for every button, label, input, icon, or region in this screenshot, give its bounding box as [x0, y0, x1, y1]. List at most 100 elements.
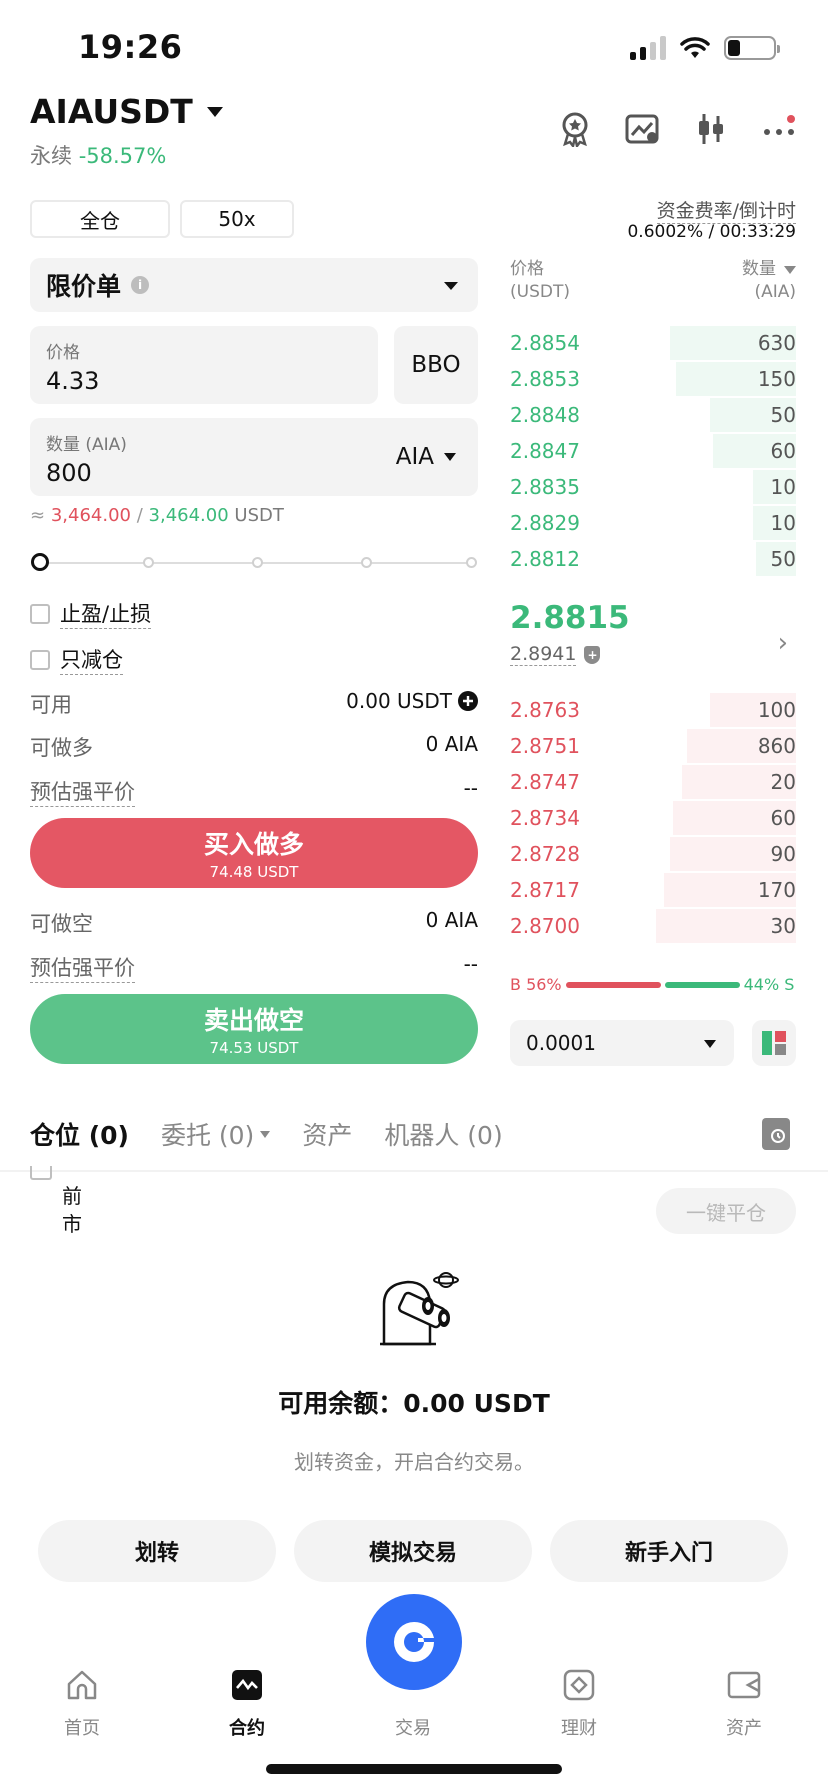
ask-row[interactable]: 2.8847 60 — [510, 434, 796, 468]
margin-mode-button[interactable]: 全仓 — [30, 200, 170, 238]
order-price: 2.8854 — [510, 331, 580, 355]
ask-row[interactable]: 2.8848 50 — [510, 398, 796, 432]
demo-trading-button[interactable]: 模拟交易 — [294, 1520, 532, 1582]
orderbook-layout-button[interactable] — [752, 1020, 796, 1066]
quantity-unit: AIA — [395, 444, 434, 470]
caret-down-icon — [704, 1040, 716, 1048]
order-qty: 630 — [757, 331, 796, 355]
telescope-illustration — [370, 1266, 460, 1360]
quantity-input[interactable]: 数量 (AIA) 800 AIA — [30, 418, 478, 496]
slider-handle[interactable] — [31, 553, 49, 571]
tp-sl-checkbox[interactable]: 止盈/止损 — [30, 598, 152, 629]
orderbook-qty-header[interactable]: 数量 (AIA) — [742, 258, 796, 304]
transfer-button[interactable]: 划转 — [38, 1520, 276, 1582]
reduce-only-checkbox[interactable]: 只减仓 — [30, 644, 123, 675]
chart-icon[interactable] — [624, 110, 662, 148]
beginner-guide-button[interactable]: 新手入门 — [550, 1520, 788, 1582]
price-label: 价格 — [46, 343, 80, 363]
bid-row[interactable]: 2.8747 20 — [510, 765, 796, 799]
current-market-label: 前市 — [62, 1184, 82, 1236]
slider-tick-75[interactable] — [361, 557, 372, 568]
order-qty: 30 — [770, 914, 796, 938]
battery-icon — [724, 36, 780, 60]
slider-tick-50[interactable] — [252, 557, 263, 568]
orderbook-price-header: 价格 (USDT) — [510, 258, 570, 304]
layout-icon — [762, 1031, 786, 1055]
leverage-slider[interactable] — [31, 553, 477, 571]
sell-ratio-bar — [664, 981, 740, 988]
precision-select[interactable]: 0.0001 — [510, 1020, 734, 1066]
order-price: 2.8747 — [510, 770, 580, 794]
caret-down-icon — [444, 453, 456, 461]
bid-row[interactable]: 2.8728 90 — [510, 837, 796, 871]
caret-down-icon — [206, 106, 223, 117]
candlestick-icon[interactable] — [692, 110, 730, 148]
nav-assets[interactable]: 资产 — [684, 1668, 804, 1740]
nav-earn-label: 理财 — [561, 1718, 597, 1739]
history-doc-icon[interactable] — [762, 1118, 790, 1150]
price-header-label: 价格 — [510, 259, 544, 279]
nav-home[interactable]: 首页 — [22, 1668, 142, 1740]
bid-row[interactable]: 2.8751 860 — [510, 729, 796, 763]
order-qty: 20 — [770, 770, 796, 794]
bid-row[interactable]: 2.8734 60 — [510, 801, 796, 835]
buy-long-label: 买入做多 — [203, 830, 304, 859]
order-qty: 60 — [770, 439, 796, 463]
bid-row[interactable]: 2.8717 170 — [510, 873, 796, 907]
order-value-estimate: ≈ 3,464.00 / 3,464.00 USDT — [30, 505, 284, 526]
funding-label[interactable]: 资金费率/倒计时 — [656, 196, 796, 224]
more-icon[interactable] — [760, 110, 798, 148]
current-market-checkbox[interactable] — [30, 1166, 52, 1180]
leverage-button[interactable]: 50x — [180, 200, 294, 238]
trade-fab-button[interactable] — [366, 1594, 462, 1690]
tab-positions[interactable]: 仓位 (0) — [30, 1116, 129, 1152]
caret-down-icon — [260, 1130, 271, 1138]
slider-tick-25[interactable] — [143, 557, 154, 568]
futures-icon — [232, 1670, 262, 1700]
bbo-button[interactable]: BBO — [394, 326, 478, 404]
sell-short-button[interactable]: 卖出做空 74.53 USDT — [30, 994, 478, 1064]
order-price: 2.8847 — [510, 439, 580, 463]
price-value[interactable]: 4.33 — [46, 367, 362, 395]
tab-bots[interactable]: 机器人 (0) — [384, 1116, 502, 1152]
plus-circle-icon[interactable] — [458, 691, 478, 711]
order-price: 2.8829 — [510, 511, 580, 535]
tab-divider — [0, 1170, 828, 1172]
liquidation-label-short[interactable]: 预估强平价 — [30, 952, 135, 983]
bid-row[interactable]: 2.8700 30 — [510, 909, 796, 943]
order-price: 2.8717 — [510, 878, 580, 902]
tab-orders[interactable]: 委托 (0) — [160, 1116, 271, 1152]
nav-earn[interactable]: 理财 — [519, 1668, 639, 1740]
order-qty: 170 — [757, 878, 796, 902]
buy-long-button[interactable]: 买入做多 74.48 USDT — [30, 818, 478, 888]
mark-price: 2.8941 — [510, 643, 577, 666]
close-all-button[interactable]: 一键平仓 — [656, 1188, 796, 1234]
price-input[interactable]: 价格 4.33 — [30, 326, 378, 404]
tab-assets[interactable]: 资产 — [302, 1116, 352, 1152]
quantity-unit-select[interactable]: AIA — [396, 444, 456, 470]
order-qty: 150 — [757, 367, 796, 391]
checkbox-box[interactable] — [30, 649, 50, 670]
ask-row[interactable]: 2.8812 50 — [510, 542, 796, 576]
slider-tick-100[interactable] — [466, 557, 477, 568]
approx-sell-value: 3,464.00 — [148, 505, 229, 526]
sell-ratio: 44% S — [743, 975, 795, 994]
ask-row[interactable]: 2.8835 10 — [510, 470, 796, 504]
wallet-icon — [727, 1671, 761, 1699]
order-type-select[interactable]: 限价单 i — [30, 258, 478, 312]
chevron-right-icon[interactable]: › — [778, 628, 788, 658]
liquidation-label[interactable]: 预估强平价 — [30, 776, 135, 807]
info-icon[interactable]: i — [131, 276, 150, 294]
award-icon[interactable] — [556, 110, 594, 148]
nav-futures[interactable]: 合约 — [187, 1668, 307, 1740]
bid-row[interactable]: 2.8763 100 — [510, 693, 796, 727]
ask-row[interactable]: 2.8854 630 — [510, 326, 796, 360]
ask-row[interactable]: 2.8829 10 — [510, 506, 796, 540]
pair-selector[interactable]: AIAUSDT — [30, 92, 223, 131]
order-price: 2.8835 — [510, 475, 580, 499]
ask-row[interactable]: 2.8853 150 — [510, 362, 796, 396]
approx-unit: USDT — [234, 505, 284, 526]
signal-icon — [630, 36, 666, 60]
tab-orders-label: 委托 (0) — [160, 1121, 255, 1150]
checkbox-box[interactable] — [30, 603, 50, 624]
